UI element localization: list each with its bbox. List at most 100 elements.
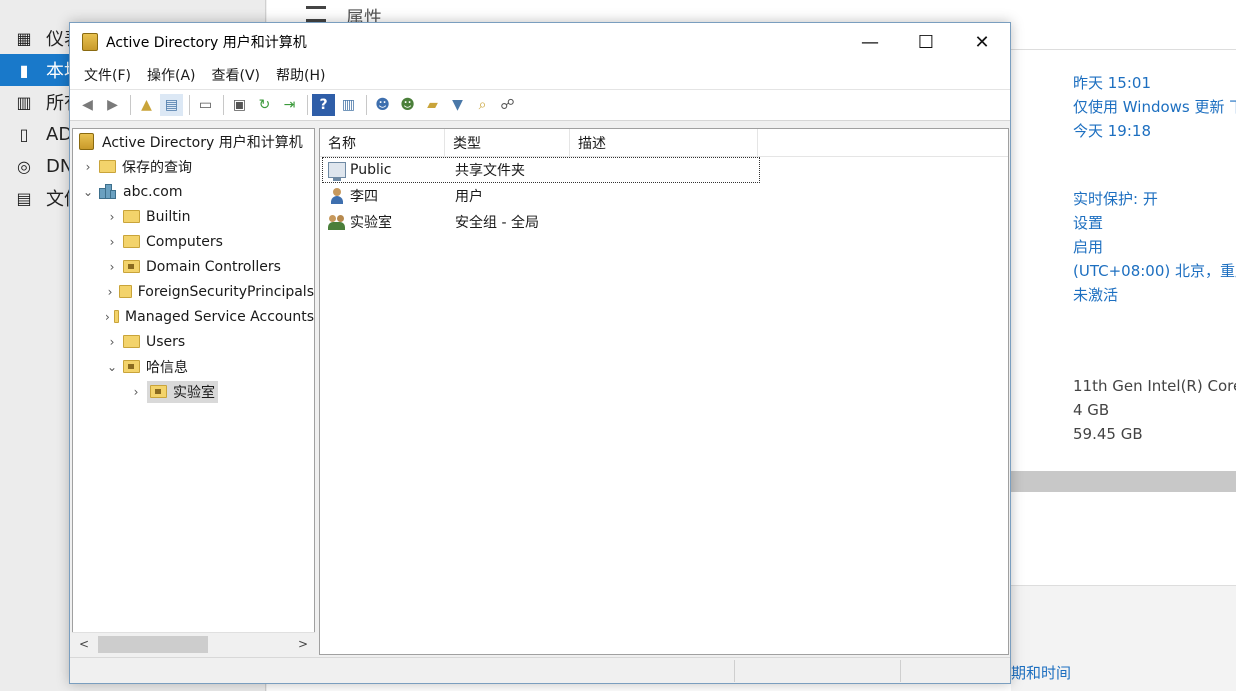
chevron-down-icon[interactable]: ⌄ — [105, 360, 119, 374]
aduc-app-icon — [82, 33, 98, 51]
show-console-tree-icon[interactable]: ▤ — [160, 94, 183, 116]
tree-item-label: Computers — [146, 233, 223, 250]
tree-item-label: 哈信息 — [146, 359, 188, 376]
scrollbar-thumb[interactable] — [98, 635, 208, 653]
item-name: Public — [350, 162, 392, 178]
refresh-icon[interactable]: ↻ — [253, 94, 276, 116]
item-type: 安全组 - 全局 — [455, 215, 539, 231]
local-server-icon: ▮ — [19, 60, 29, 80]
chevron-right-icon[interactable]: › — [105, 310, 110, 324]
date-time-link[interactable]: 期和时间 — [1011, 662, 1071, 683]
tree-item-builtin[interactable]: › Builtin — [73, 204, 314, 229]
prop-realtime-protection[interactable]: 实时保护: 开 — [1073, 188, 1158, 209]
list-item[interactable]: 李四 用户 — [322, 183, 1008, 209]
prop-feedback[interactable]: 设置 — [1073, 212, 1103, 233]
prop-processor: 11th Gen Intel(R) Core( — [1073, 377, 1236, 395]
chevron-down-icon[interactable]: ⌄ — [81, 185, 95, 199]
prop-last-installed[interactable]: 昨天 15:01 — [1073, 72, 1151, 93]
new-user-icon[interactable]: ☻ — [371, 94, 394, 116]
item-name: 实验室 — [350, 215, 392, 231]
chevron-right-icon[interactable]: › — [129, 385, 143, 399]
tree-item-foreign-security-principals[interactable]: › ForeignSecurityPrincipals — [73, 279, 314, 304]
show-action-pane-icon[interactable]: ▥ — [337, 94, 360, 116]
tree-item-label: 实验室 — [173, 384, 215, 401]
prop-memory: 4 GB — [1073, 401, 1110, 419]
scroll-right-icon[interactable]: > — [291, 637, 315, 651]
tree-item-saved-queries[interactable]: › 保存的查询 — [73, 154, 314, 179]
prop-last-checked[interactable]: 今天 19:18 — [1073, 120, 1151, 141]
ou-folder-icon — [123, 360, 140, 373]
title-bar[interactable]: Active Directory 用户和计算机 — ☐ ✕ — [70, 23, 1010, 61]
up-folder-icon[interactable]: ▲ — [135, 94, 158, 116]
column-type[interactable]: 类型 — [445, 129, 570, 157]
chevron-right-icon[interactable]: › — [105, 260, 119, 274]
close-button[interactable]: ✕ — [954, 23, 1010, 61]
toolbar-separator — [189, 95, 190, 115]
find-icon[interactable]: ⌕ — [471, 94, 494, 116]
menu-bar: 文件(F) 操作(A) 查看(V) 帮助(H) — [70, 61, 1010, 89]
window-controls: — ☐ ✕ — [842, 23, 1010, 61]
filter-icon[interactable]: ▼ — [446, 94, 469, 116]
menu-help[interactable]: 帮助(H) — [268, 65, 333, 85]
prop-timezone[interactable]: (UTC+08:00) 北京，重庆 — [1073, 260, 1236, 281]
folder-icon — [123, 335, 140, 348]
chevron-right-icon[interactable]: › — [105, 335, 119, 349]
column-description[interactable]: 描述 — [570, 129, 758, 157]
tree-item-ou-haxinxi[interactable]: ⌄ 哈信息 — [73, 354, 314, 379]
list-header: 名称 类型 描述 — [320, 129, 1008, 157]
tree-item-domain[interactable]: ⌄ abc.com — [73, 179, 314, 204]
folder-icon — [123, 210, 140, 223]
tree-item-ou-lab[interactable]: › 实验室 — [73, 379, 314, 404]
domain-icon — [99, 183, 117, 200]
tree-item-domain-controllers[interactable]: › Domain Controllers — [73, 254, 314, 279]
column-name[interactable]: 名称 — [320, 129, 445, 157]
tree-item-label: 保存的查询 — [122, 159, 192, 176]
tree-root[interactable]: Active Directory 用户和计算机 — [73, 129, 314, 154]
chevron-right-icon[interactable]: › — [105, 235, 119, 249]
folder-icon — [119, 285, 132, 298]
chevron-right-icon[interactable]: › — [105, 285, 115, 299]
menu-action[interactable]: 操作(A) — [139, 65, 204, 85]
details-pane: 名称 类型 描述 Public 共享文件夹 李四 用户 实验室 安全组 - 全局 — [319, 128, 1009, 655]
toolbar-separator — [307, 95, 308, 115]
shared-folder-icon — [328, 162, 346, 181]
tree-item-managed-service-accounts[interactable]: › Managed Service Accounts — [73, 304, 314, 329]
menu-file[interactable]: 文件(F) — [76, 65, 139, 85]
minimize-button[interactable]: — — [842, 23, 898, 61]
prop-activation[interactable]: 未激活 — [1073, 284, 1118, 305]
aduc-root-icon — [79, 133, 94, 150]
forward-icon[interactable]: ▶ — [101, 94, 124, 116]
tree-item-users[interactable]: › Users — [73, 329, 314, 354]
item-name-cell: Public — [322, 162, 447, 181]
maximize-button[interactable]: ☐ — [898, 23, 954, 61]
back-icon[interactable]: ◀ — [76, 94, 99, 116]
user-icon — [328, 188, 346, 204]
tree-root-label: Active Directory 用户和计算机 — [102, 134, 303, 151]
add-to-group-icon[interactable]: ☍ — [496, 94, 519, 116]
list-item[interactable]: 实验室 安全组 - 全局 — [322, 209, 1008, 235]
ad-icon: ▯ — [19, 124, 29, 144]
prop-windows-update[interactable]: 仅使用 Windows 更新 下 — [1073, 96, 1236, 117]
toolbar-separator — [223, 95, 224, 115]
menu-view[interactable]: 查看(V) — [204, 65, 269, 85]
window-title: Active Directory 用户和计算机 — [106, 35, 307, 51]
dashboard-icon: ▦ — [16, 28, 32, 48]
scroll-left-icon[interactable]: < — [72, 637, 96, 651]
item-name: 李四 — [350, 189, 378, 205]
properties-clipboard-icon[interactable]: ▭ — [194, 94, 217, 116]
new-group-icon[interactable]: ☻ — [396, 94, 419, 116]
prop-disk: 59.45 GB — [1073, 425, 1143, 443]
export-list-icon[interactable]: ⇥ — [278, 94, 301, 116]
help-icon[interactable]: ? — [312, 94, 335, 116]
ou-folder-icon — [123, 260, 140, 273]
chevron-right-icon[interactable]: › — [105, 210, 119, 224]
prop-ie-security[interactable]: 启用 — [1073, 236, 1103, 257]
properties-icon[interactable]: ▣ — [228, 94, 251, 116]
tree-horizontal-scrollbar[interactable]: < > — [72, 632, 315, 655]
list-item[interactable]: Public 共享文件夹 — [322, 157, 760, 183]
toolbar: ◀ ▶ ▲ ▤ ▭ ▣ ↻ ⇥ ? ▥ ☻ ☻ ▰ ▼ ⌕ ☍ — [70, 89, 1010, 121]
status-bar — [70, 657, 1010, 683]
tree-item-computers[interactable]: › Computers — [73, 229, 314, 254]
chevron-right-icon[interactable]: › — [81, 160, 95, 174]
new-ou-icon[interactable]: ▰ — [421, 94, 444, 116]
